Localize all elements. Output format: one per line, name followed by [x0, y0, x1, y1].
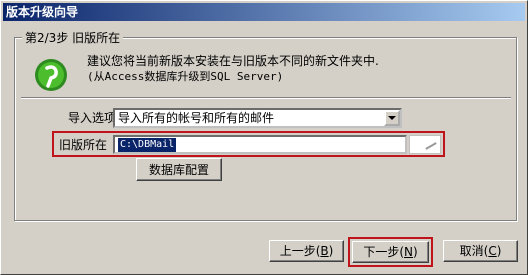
old-path-input[interactable]: C:\DBMail — [113, 135, 407, 154]
next-key: N — [404, 245, 413, 259]
prev-button[interactable]: 上一步(B) — [269, 240, 344, 262]
info-text-2: (从Access数据库升级到SQL Server) — [87, 70, 284, 83]
divider — [21, 97, 511, 99]
info-text-1: 建议您将当前新版本安装在与旧版本不同的新文件夹中. — [87, 54, 379, 68]
db-config-button[interactable]: 数据库配置 — [136, 158, 222, 181]
cancel-button[interactable]: 取消(C) — [443, 240, 518, 262]
db-config-label: 数据库配置 — [148, 162, 209, 177]
old-path-value: C:\DBMail — [118, 138, 177, 152]
prev-label: 上一步 — [279, 244, 316, 258]
import-options-label: 导入选项 — [68, 111, 117, 125]
browse-folder-icon — [425, 142, 437, 150]
import-options-select[interactable]: 导入所有的帐号和所有的邮件 — [113, 108, 402, 128]
import-options-value: 导入所有的帐号和所有的邮件 — [118, 111, 275, 125]
wizard-window: 版本升级向导 第2/3步 旧版所在 建议您将当前新版本安装在与旧版本不同的新文件… — [0, 0, 528, 275]
step-label: 第2/3步 旧版所在 — [22, 31, 124, 45]
browse-button[interactable] — [409, 135, 441, 154]
next-label: 下一步 — [363, 245, 400, 259]
green-app-icon — [35, 59, 67, 91]
old-path-label: 旧版所在 — [59, 138, 108, 152]
cancel-key: C — [488, 244, 497, 258]
cancel-label: 取消 — [459, 244, 484, 258]
next-button[interactable]: 下一步(N) — [352, 241, 429, 263]
prev-key: B — [320, 244, 329, 258]
chevron-down-icon[interactable] — [384, 110, 400, 126]
window-title: 版本升级向导 — [3, 3, 525, 21]
